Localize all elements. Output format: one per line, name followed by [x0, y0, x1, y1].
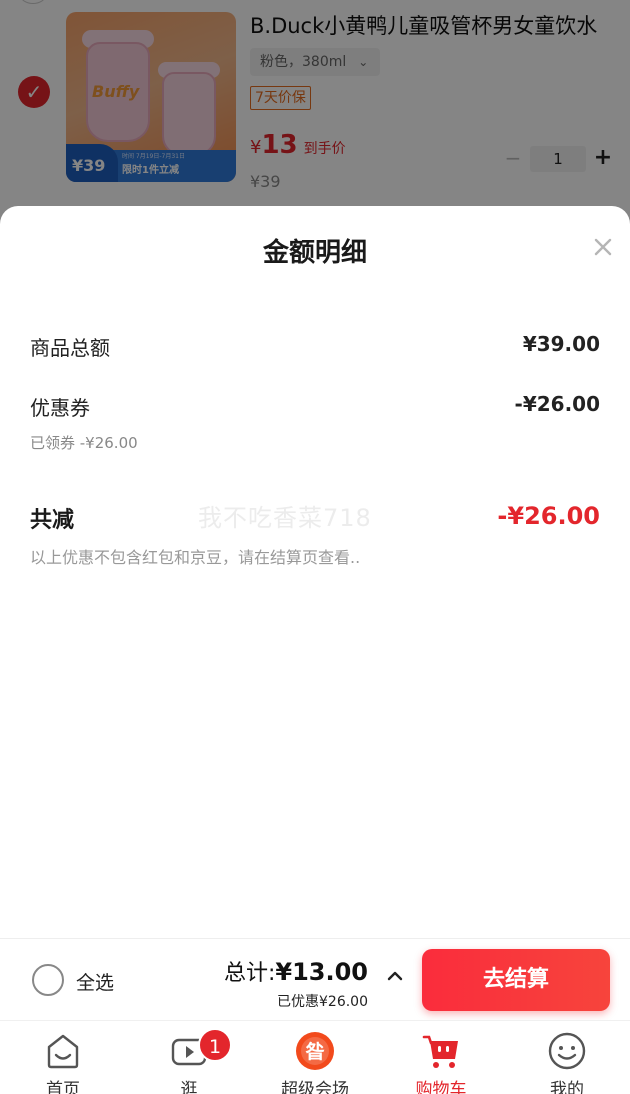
tab-super-venue-label: 超级会场	[281, 1080, 349, 1094]
tab-home[interactable]: 首页	[0, 1021, 126, 1094]
select-all-checkbox[interactable]	[32, 964, 64, 996]
coupon-value: -¥26.00	[514, 392, 600, 416]
home-icon	[47, 1034, 79, 1069]
tab-profile-label: 我的	[550, 1080, 584, 1094]
tab-cart-label: 购物车	[415, 1080, 467, 1094]
discount-summary: 已优惠¥26.00	[277, 994, 368, 1010]
amount-detail-sheet: 金额明细 商品总额 ¥39.00 优惠券 -¥26.00 已领券 -¥26.00…	[0, 206, 630, 938]
checkout-bar: 全选 总计:¥13.00 已优惠¥26.00 去结算	[0, 938, 630, 1020]
watermark: 我不吃香菜718	[198, 504, 372, 532]
browse-badge: 1	[198, 1028, 232, 1062]
goods-total-value: ¥39.00	[522, 332, 600, 356]
total-discount-value: -¥26.00	[497, 502, 600, 530]
coupon-label: 优惠券	[30, 396, 90, 420]
coupon-sub-text: 已领券 -¥26.00	[30, 434, 138, 452]
tab-browse-label: 逛	[180, 1080, 198, 1094]
tab-super-venue[interactable]: 昝 超级会场	[252, 1021, 378, 1094]
tab-home-label: 首页	[46, 1080, 80, 1094]
checkout-button[interactable]: 去结算	[422, 949, 610, 1011]
tab-browse[interactable]: 逛	[126, 1021, 252, 1094]
bottom-tab-bar: 首页 逛 1 昝 超级会场 购物车 我的	[0, 1020, 630, 1094]
select-all-label[interactable]: 全选	[76, 968, 114, 995]
modal-overlay[interactable]	[0, 0, 630, 240]
total-discount-label: 共减	[30, 508, 75, 533]
sheet-title: 金额明细	[262, 238, 367, 268]
profile-icon	[548, 1032, 586, 1070]
discount-note: 以上优惠不包含红包和京豆，请在结算页查看..	[30, 548, 361, 567]
total-price: 总计:¥13.00	[224, 955, 368, 987]
svg-text:昝: 昝	[305, 1040, 324, 1063]
close-icon[interactable]	[590, 234, 616, 260]
tab-cart[interactable]: 购物车	[378, 1021, 504, 1094]
total-label: 总计:	[223, 961, 276, 986]
cart-icon	[422, 1035, 458, 1068]
super-venue-icon: 昝	[296, 1032, 334, 1070]
tab-profile[interactable]: 我的	[504, 1021, 630, 1094]
total-amount: ¥13.00	[275, 958, 368, 986]
goods-total-label: 商品总额	[30, 336, 110, 360]
chevron-up-icon[interactable]	[386, 969, 404, 983]
